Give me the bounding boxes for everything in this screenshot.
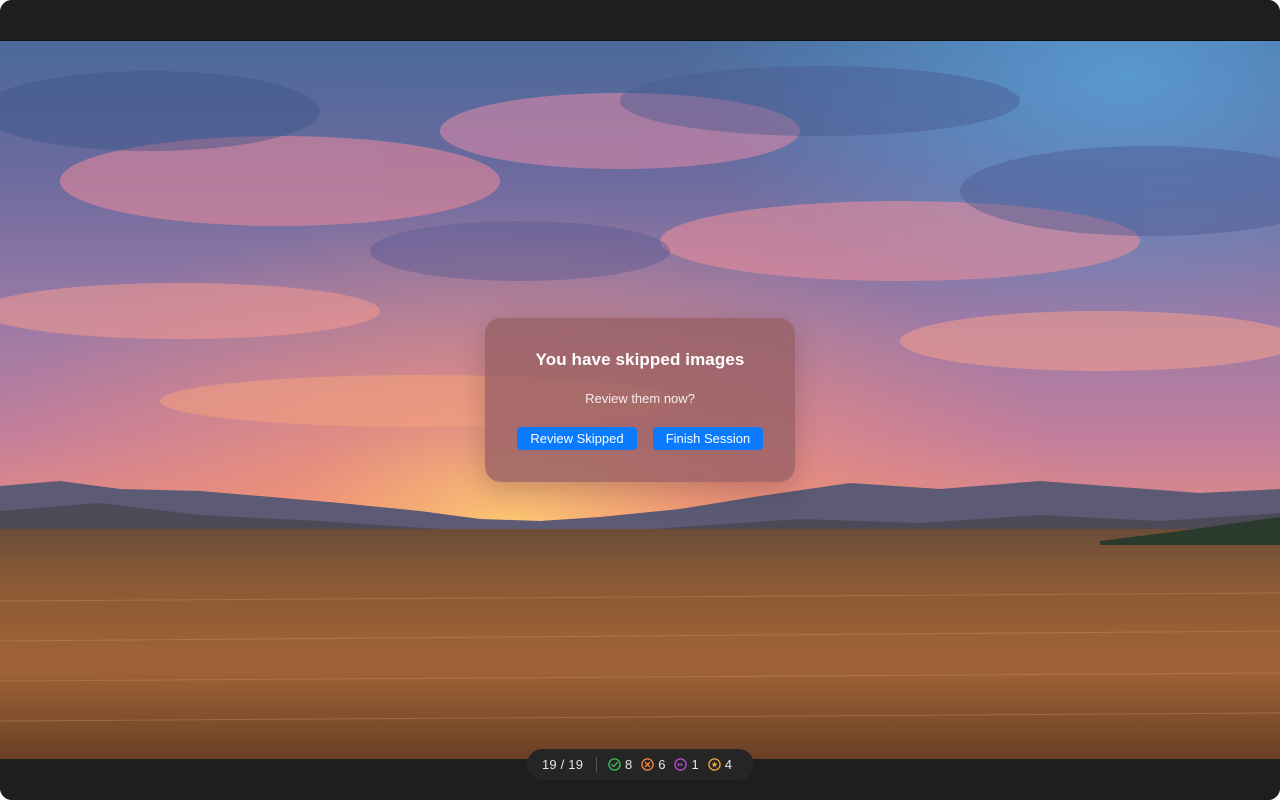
image-counter: 19 / 19	[542, 757, 584, 772]
skipped-stat: 1	[674, 757, 699, 772]
check-circle-icon	[608, 758, 621, 771]
skip-circle-icon	[674, 758, 688, 771]
status-divider	[596, 757, 597, 772]
rejected-stat: 6	[641, 757, 665, 772]
starred-count: 4	[724, 757, 732, 772]
accepted-count: 8	[625, 757, 633, 772]
session-status-bar: 19 / 19 8 6 1 4	[527, 749, 754, 780]
skipped-count: 1	[691, 757, 699, 772]
x-circle-icon	[641, 758, 654, 771]
star-circle-icon	[707, 758, 721, 771]
app-window: You have skipped images Review them now?…	[0, 0, 1280, 800]
review-skipped-button[interactable]: Review Skipped	[517, 427, 637, 450]
accepted-stat: 8	[608, 757, 632, 772]
dialog-title: You have skipped images	[535, 350, 745, 369]
starred-stat: 4	[707, 757, 732, 772]
finish-session-button[interactable]: Finish Session	[653, 427, 763, 450]
rejected-count: 6	[658, 757, 666, 772]
dialog-message: Review them now?	[585, 391, 695, 406]
skipped-images-dialog: You have skipped images Review them now?…	[485, 318, 795, 482]
title-bar	[0, 0, 1280, 41]
